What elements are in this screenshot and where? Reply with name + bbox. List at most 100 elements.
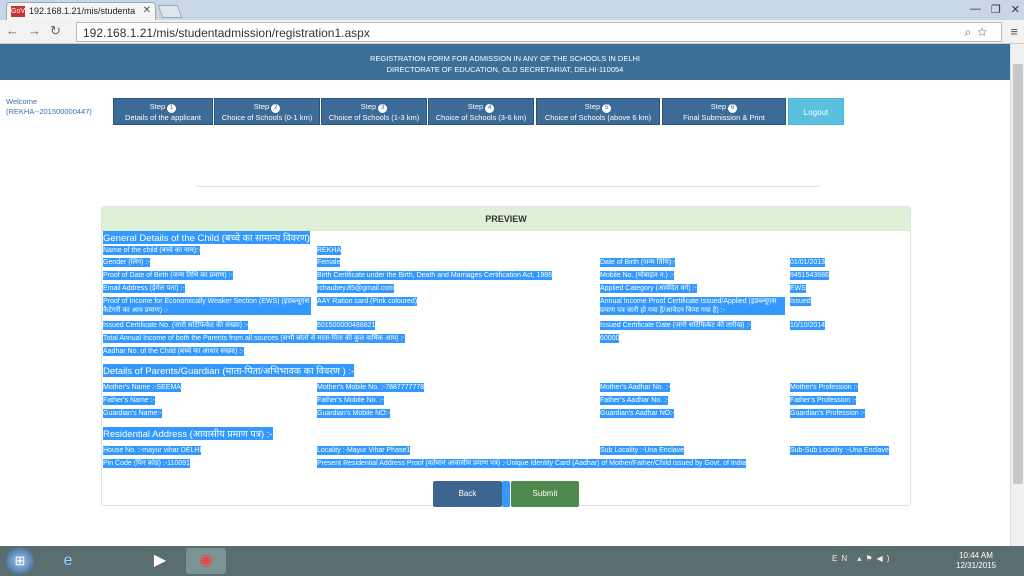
browser-tab[interactable]: GoV 192.168.1.21/mis/studenta ✕ (6, 2, 156, 20)
page-banner: REGISTRATION FORM FOR ADMISSION IN ANY O… (0, 44, 1010, 80)
aadhar-label: Aadhar No. of the Child (बच्चे का आधार स… (103, 347, 244, 356)
category-value: EWS (790, 284, 806, 293)
back-arrow-icon[interactable]: ← (6, 23, 19, 38)
scrollbar-thumb[interactable] (1013, 64, 1023, 484)
income-proof-value: AAY Ration card (Pink coloured) (317, 297, 418, 306)
step-label: Choice of Schools (3-6 km) (435, 113, 527, 122)
email-value: rchaubey.85@gmail.com (317, 284, 395, 293)
page-scrollbar[interactable] (1010, 44, 1024, 546)
menu-icon[interactable]: ≡ (1010, 24, 1018, 39)
step-label: Final Submission & Print (683, 113, 765, 122)
back-button[interactable]: Back (433, 481, 502, 507)
step-label: Details of the applicant (125, 113, 201, 122)
category-label: Applied Category (आवेदित वर्ग) :- (600, 284, 697, 293)
clock[interactable]: 10:44 AM 12/31/2015 (956, 551, 996, 571)
step-label: Choice of Schools (0-1 km) (221, 113, 313, 122)
parents-heading: Details of Parents/Guardian (माता-पिता/अ… (103, 364, 355, 377)
submit-button[interactable]: Submit (511, 481, 579, 507)
cert-no-value: 601500000488821 (317, 321, 376, 330)
step-2-tab[interactable]: Step 2 Choice of Schools (0-1 km) (214, 98, 320, 125)
selection-gap (502, 481, 510, 507)
windows-start-icon[interactable]: ⊞ (6, 548, 34, 574)
mobile-label: Mobile No. (मोबाइल न.) :- (600, 271, 675, 280)
welcome-text: Welcome (REKHA--201500000447) (6, 97, 92, 117)
cert-date-label: Issued Certificate Date (जारी सर्टिफिकेट… (600, 321, 751, 330)
step-number: 2 (271, 104, 281, 113)
guardian-aadhar: Guardian's Aadhar NO:- (600, 409, 675, 418)
media-player-icon[interactable]: ▶ (140, 548, 180, 574)
favicon-icon: GoV (11, 6, 26, 17)
address-heading: Residential Address (आवासीय प्रमाण पत्र)… (103, 427, 273, 440)
tab-title: 192.168.1.21/mis/studenta (29, 6, 136, 16)
mother-profession: Mother's Profession :- (790, 383, 858, 392)
window-controls: — ❐ ✕ (970, 0, 1020, 18)
cert-date-value: 10/10/2014 (790, 321, 826, 330)
minimize-icon[interactable]: — (970, 3, 981, 15)
step-title: Step (584, 102, 601, 111)
system-tray-icons[interactable]: EN ▴⚑◀) (832, 554, 893, 563)
father-profession: Father's Profession :- (790, 396, 857, 405)
reload-icon[interactable]: ↻ (50, 23, 61, 39)
sub-locality: Sub Locality :-Una Enclave (600, 446, 685, 455)
preview-title: PREVIEW (102, 207, 910, 231)
mother-mobile: Mother's Mobile No. :-7887777778 (317, 383, 425, 392)
guardian-mobile: Guardian's Mobile NO:- (317, 409, 390, 418)
step-number: 4 (485, 104, 495, 113)
url-text: 192.168.1.21/mis/studentadmission/regist… (83, 26, 370, 40)
gender-value: Female (317, 258, 341, 267)
logout-button[interactable]: Logout (788, 98, 844, 125)
address-bar-row: ← → ↻ 192.168.1.21/mis/studentadmission/… (0, 20, 1024, 44)
step-title: Step (149, 102, 166, 111)
taskbar: ⊞ e ▶ ◉ EN ▴⚑◀) 10:44 AM 12/31/2015 (0, 546, 1024, 576)
step-number: 6 (728, 104, 738, 113)
guardian-name: Guardian's Name:- (103, 409, 162, 418)
address-proof: Present Residential Address Proof (वर्तम… (317, 459, 747, 468)
dob-label: Date of Birth (जन्म तिथि):- (600, 258, 676, 267)
banner-line1: REGISTRATION FORM FOR ADMISSION IN ANY O… (369, 54, 641, 63)
step-number: 1 (167, 104, 177, 113)
dob-proof-label: Proof of Date of Birth (जन्म तिथि का प्र… (103, 271, 233, 280)
father-aadhar: Father's Aadhar No. :- (600, 396, 669, 405)
step-label: Choice of Schools (above 6 km) (544, 113, 652, 122)
cert-no-label: Issued Certificate No. (जारी सर्टिफिकेट … (103, 321, 249, 330)
step-3-tab[interactable]: Step 3 Choice of Schools (1-3 km) (321, 98, 427, 125)
search-star-icons[interactable]: ⌕☆ (964, 25, 993, 40)
clock-time: 10:44 AM (959, 551, 993, 560)
child-name-label: Name of the child (बच्चे का नाम):- (103, 246, 201, 255)
clock-date: 12/31/2015 (956, 561, 997, 570)
close-window-icon[interactable]: ✕ (1011, 3, 1020, 16)
father-mobile: Father's Mobile No. :- (317, 396, 384, 405)
new-tab-button[interactable] (157, 5, 183, 18)
url-input[interactable]: 192.168.1.21/mis/studentadmission/regist… (76, 22, 1002, 42)
pin-code: Pin Code (पिन कोड) :-110091 (103, 459, 191, 468)
step-1-tab[interactable]: Step 1 Details of the applicant (113, 98, 213, 125)
welcome-user: (REKHA--201500000447) (6, 107, 92, 116)
divider (196, 186, 820, 187)
step-title: Step (710, 102, 727, 111)
mother-aadhar: Mother's Aadhar No. :- (600, 383, 670, 392)
step-label: Choice of Schools (1-3 km) (328, 113, 420, 122)
banner-line2: DIRECTORATE OF EDUCATION, OLD SECRETARIA… (386, 65, 624, 74)
chrome-icon[interactable]: ◉ (186, 548, 226, 574)
step-5-tab[interactable]: Step 5 Choice of Schools (above 6 km) (536, 98, 660, 125)
ie-icon[interactable]: e (48, 548, 88, 574)
total-income-label: Total Annual Income of both the Parents … (103, 334, 405, 343)
father-name: Father's Name :- (103, 396, 155, 405)
forward-arrow-icon[interactable]: → (28, 23, 41, 38)
maximize-icon[interactable]: ❐ (991, 3, 1001, 16)
step-title: Step (360, 102, 377, 111)
email-label: Email Address (ईमेल पता) :- (103, 284, 185, 293)
step-title: Step (253, 102, 270, 111)
dob-proof-value: Birth Certificate under the Birth, Death… (317, 271, 553, 280)
close-tab-icon[interactable]: ✕ (143, 5, 151, 16)
mobile-value: 9451543686 (790, 271, 829, 280)
language-indicator[interactable]: EN (832, 554, 851, 563)
step-4-tab[interactable]: Step 4 Choice of Schools (3-6 km) (428, 98, 534, 125)
locality: Locality :-Mayur Vihar Phase1 (317, 446, 411, 455)
house-no: House No. :-mayur vihar DELHI (103, 446, 202, 455)
step-6-tab[interactable]: Step 6 Final Submission & Print (662, 98, 786, 125)
total-income-value: 60000 (600, 334, 620, 343)
sub-sub-locality: Sub-Sub Locality :-Una Enclave (790, 446, 889, 455)
browser-tab-bar: GoV 192.168.1.21/mis/studenta ✕ — ❐ ✕ (0, 0, 1024, 20)
guardian-profession: Guardian's Profession :- (790, 409, 865, 418)
